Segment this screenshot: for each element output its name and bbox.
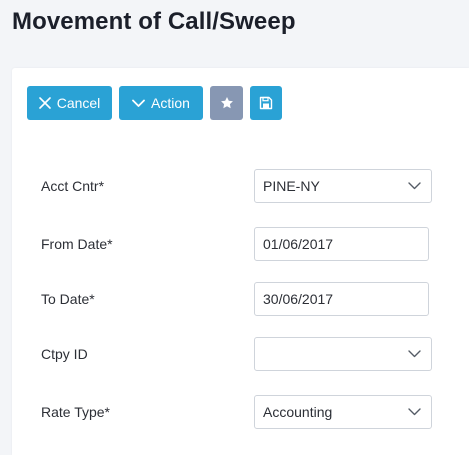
chevron-down-icon — [408, 350, 421, 358]
chevron-down-icon — [408, 182, 421, 190]
acct-cntr-select[interactable]: PINE-NY — [254, 169, 432, 203]
chevron-down-icon — [132, 99, 145, 108]
favorite-button[interactable] — [210, 86, 243, 120]
to-date-value: 30/06/2017 — [263, 291, 334, 307]
to-date-row: To Date* 30/06/2017 — [41, 282, 441, 316]
from-date-input[interactable]: 01/06/2017 — [254, 227, 429, 261]
ctpy-id-row: Ctpy ID — [41, 337, 441, 371]
rate-type-select[interactable]: Accounting — [254, 395, 432, 429]
from-date-label: From Date* — [41, 236, 113, 252]
action-button-label: Action — [151, 95, 190, 111]
close-icon — [38, 97, 51, 109]
ctpy-id-label: Ctpy ID — [41, 346, 88, 362]
form-panel: Cancel Action Acct Cntr* PINE-NY From Da… — [12, 68, 469, 455]
chevron-down-icon — [408, 408, 421, 416]
to-date-input[interactable]: 30/06/2017 — [254, 282, 429, 316]
cancel-button-label: Cancel — [56, 95, 101, 111]
rate-type-label: Rate Type* — [41, 404, 111, 420]
acct-cntr-value: PINE-NY — [263, 178, 320, 194]
to-date-label: To Date* — [41, 291, 95, 307]
cancel-button[interactable]: Cancel — [27, 86, 112, 120]
ctpy-id-select[interactable] — [254, 337, 432, 371]
acct-cntr-label: Acct Cntr* — [41, 178, 105, 194]
acct-cntr-row: Acct Cntr* PINE-NY — [41, 169, 441, 203]
from-date-row: From Date* 01/06/2017 — [41, 227, 441, 261]
save-icon — [259, 96, 273, 110]
page-title: Movement of Call/Sweep — [12, 8, 296, 35]
rate-type-value: Accounting — [263, 404, 333, 420]
save-button[interactable] — [250, 86, 282, 120]
rate-type-row: Rate Type* Accounting — [41, 395, 441, 429]
action-button[interactable]: Action — [119, 86, 203, 120]
from-date-value: 01/06/2017 — [263, 236, 334, 252]
star-icon — [220, 96, 234, 110]
